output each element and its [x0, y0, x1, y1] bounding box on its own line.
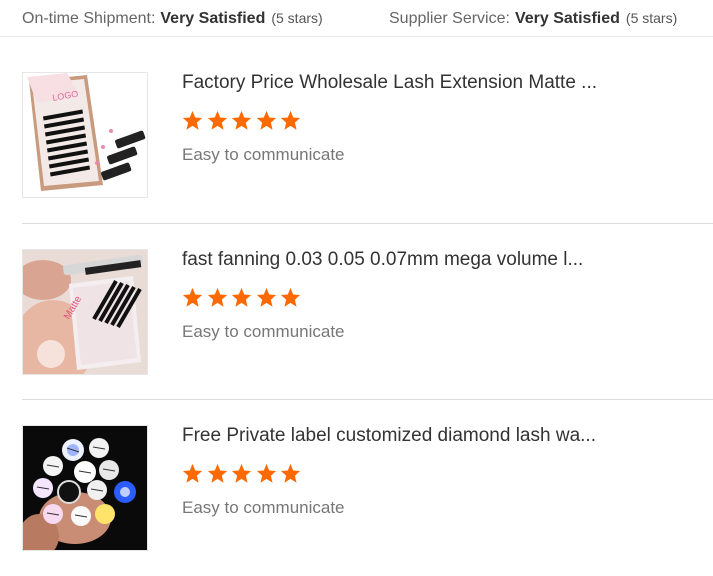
star-icon	[280, 287, 301, 307]
supplier-service-label: Supplier Service:	[389, 10, 510, 27]
review-item: Matte fast fanning 0.03 0.05 0.07mm mega…	[22, 223, 713, 400]
on-time-shipment-rating: On-time Shipment: Very Satisfied (5 stars)	[22, 9, 323, 28]
product-thumbnail[interactable]: Matte	[22, 249, 148, 375]
review-item: LOGO Factory Price Wholesale Lash Extens…	[22, 47, 713, 223]
star-icon	[256, 110, 276, 130]
product-title-link[interactable]: fast fanning 0.03 0.05 0.07mm mega volum…	[182, 249, 583, 271]
product-thumbnail[interactable]: LOGO	[22, 72, 148, 198]
lash-tray-pink-icon: LOGO	[23, 73, 147, 197]
star-icon	[182, 287, 203, 307]
star-icon	[256, 463, 276, 483]
product-title-link[interactable]: Free Private label customized diamond la…	[182, 425, 596, 447]
on-time-shipment-stars: (5 stars)	[271, 10, 323, 26]
on-time-shipment-value: Very Satisfied	[160, 10, 266, 27]
supplier-service-rating: Supplier Service: Very Satisfied (5 stars)	[389, 9, 677, 28]
star-icon	[207, 463, 227, 483]
star-icon	[207, 110, 227, 130]
star-rating	[182, 463, 305, 485]
product-thumbnail[interactable]	[22, 425, 148, 551]
review-item: Free Private label customized diamond la…	[22, 399, 713, 576]
star-icon	[231, 287, 252, 307]
lash-tray-hand-icon: Matte	[23, 250, 147, 374]
star-rating	[182, 110, 305, 132]
review-comment: Easy to communicate	[182, 145, 345, 164]
star-icon	[280, 110, 301, 130]
star-icon	[231, 110, 252, 130]
lash-wands-bouquet-icon	[23, 426, 147, 550]
star-icon	[207, 287, 227, 307]
supplier-service-stars: (5 stars)	[625, 10, 678, 26]
star-icon	[280, 463, 301, 483]
on-time-shipment-label: On-time Shipment:	[22, 10, 156, 27]
review-comment: Easy to communicate	[182, 322, 345, 341]
review-comment: Easy to communicate	[182, 498, 345, 517]
star-icon	[256, 287, 276, 307]
star-icon	[182, 110, 203, 130]
star-icon	[182, 463, 203, 483]
star-rating	[182, 287, 305, 309]
supplier-service-value: Very Satisfied	[514, 10, 620, 27]
product-title-link[interactable]: Factory Price Wholesale Lash Extension M…	[182, 72, 597, 94]
rating-summary-bar: On-time Shipment: Very Satisfied (5 stars)…	[0, 0, 713, 37]
star-icon	[231, 463, 252, 483]
